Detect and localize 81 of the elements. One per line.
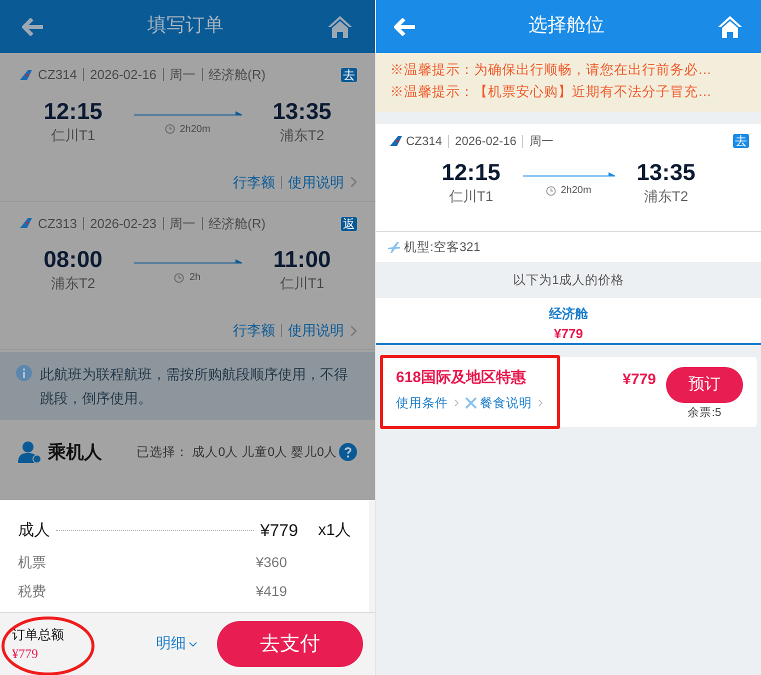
airline-logo-icon bbox=[388, 136, 402, 146]
arrival-time: 13:35 bbox=[636, 158, 696, 186]
help-icon[interactable] bbox=[339, 443, 357, 461]
flight-number: CZ314 bbox=[406, 133, 442, 150]
home-icon[interactable] bbox=[717, 14, 743, 38]
remaining-tickets: 余票:5 bbox=[688, 406, 722, 421]
home-icon[interactable] bbox=[327, 14, 353, 38]
departure-time: 12:15 bbox=[44, 96, 102, 124]
departure-time: 12:15 bbox=[442, 158, 500, 186]
departure-airport: 仁川T1 bbox=[50, 126, 96, 144]
info-link[interactable]: 行李额 bbox=[232, 172, 275, 192]
arrival-time: 13:35 bbox=[272, 96, 332, 124]
flight-duration: 2h20m bbox=[180, 122, 210, 136]
weekday: 周一 bbox=[170, 214, 196, 232]
clock-icon bbox=[174, 272, 184, 282]
fare-type: 成人 bbox=[18, 520, 50, 541]
chevron-right-icon bbox=[350, 176, 357, 188]
info-link[interactable]: 行李额 bbox=[232, 320, 275, 341]
flight-arrow-icon bbox=[522, 171, 614, 177]
fare-price: ¥779 bbox=[260, 520, 298, 542]
chevron-down-icon bbox=[189, 642, 197, 646]
fee-amount: ¥419 bbox=[256, 582, 287, 600]
fare-price: ¥779 bbox=[622, 370, 656, 390]
arrival-time: 11:00 bbox=[273, 245, 331, 273]
cabin-class: 经济舱(R) bbox=[208, 214, 266, 233]
arrival-airport: 仁川T1 bbox=[280, 274, 324, 293]
clock-icon bbox=[164, 124, 175, 134]
chevron-right-icon bbox=[538, 398, 543, 407]
tip-text: ※温馨提示：【机票安心购】近期有不法分子冒充… bbox=[390, 83, 712, 101]
flight-number: CZ313 bbox=[38, 214, 78, 232]
info-link[interactable]: 使用说明 bbox=[288, 172, 344, 192]
departure-airport: 仁川T1 bbox=[448, 187, 494, 206]
flight-duration: 2h bbox=[189, 271, 201, 285]
flight-date: 2026-02-16 bbox=[455, 133, 516, 150]
pay-button[interactable]: 去支付 bbox=[217, 621, 363, 667]
passenger-count: x1人 bbox=[318, 520, 351, 541]
flight-duration: 2h20m bbox=[560, 184, 592, 198]
tip-text: ※温馨提示：为确保出行顺畅，请您在出行前务必… bbox=[390, 61, 712, 79]
aircraft-type: 机型:空客321 bbox=[404, 238, 480, 256]
fee-amount: ¥360 bbox=[256, 552, 287, 572]
info-link[interactable]: 使用说明 bbox=[288, 320, 344, 341]
back-arrow-icon[interactable] bbox=[22, 18, 44, 36]
terms-link[interactable]: 使用条件 bbox=[396, 394, 448, 412]
cabin-tab[interactable]: 经济舱 ¥779 bbox=[376, 298, 761, 345]
weekday: 周一 bbox=[529, 133, 554, 150]
weekday: 周一 bbox=[170, 66, 196, 84]
direction-tag: 去 bbox=[341, 68, 357, 82]
cabin-class: 经济舱(R) bbox=[208, 66, 266, 84]
airline-logo-icon bbox=[18, 70, 32, 80]
meal-link[interactable]: 餐食说明 bbox=[480, 394, 532, 412]
chevron-right-icon bbox=[350, 324, 357, 336]
arrival-airport: 浦东T2 bbox=[644, 187, 688, 206]
fare-name: 618国际及地区特惠 bbox=[396, 368, 528, 388]
direction-tag: 返 bbox=[341, 216, 357, 230]
direction-tag: 去 bbox=[733, 134, 749, 148]
clock-icon bbox=[546, 186, 556, 196]
chevron-right-icon bbox=[454, 398, 459, 407]
notice-text: 此航班为联程航班，需按所购航段顺序使用，不得跳段，倒序使用。 bbox=[40, 365, 349, 408]
flight-date: 2026-02-16 bbox=[90, 66, 157, 84]
flight-number: CZ314 bbox=[38, 66, 78, 84]
flight-date: 2026-02-23 bbox=[90, 214, 157, 232]
arrival-airport: 浦东T2 bbox=[280, 126, 324, 144]
selected-count: 已选择： 成人0人 儿童0人 婴儿0人 bbox=[136, 444, 337, 461]
person-icon bbox=[18, 441, 42, 463]
fee-label: 机票 bbox=[18, 552, 46, 572]
departure-airport: 浦东T2 bbox=[50, 274, 96, 293]
page-title: 填写订单 bbox=[148, 14, 224, 38]
total-amount: ¥779 bbox=[12, 645, 39, 663]
flight-arrow-icon bbox=[134, 110, 242, 116]
departure-time: 08:00 bbox=[44, 245, 102, 273]
details-toggle[interactable]: 明细 bbox=[156, 632, 197, 656]
airplane-icon bbox=[388, 241, 400, 253]
price-note: 以下为1成人的价格 bbox=[513, 272, 624, 289]
book-button[interactable]: 预订 bbox=[666, 367, 743, 403]
total-label: 订单总额 bbox=[12, 626, 64, 644]
airline-logo-icon bbox=[18, 218, 32, 228]
section-title: 乘机人 bbox=[48, 440, 102, 464]
flight-arrow-icon bbox=[134, 258, 242, 264]
fee-label: 税费 bbox=[18, 582, 46, 600]
page-title: 选择舱位 bbox=[528, 14, 604, 38]
info-icon bbox=[16, 365, 32, 381]
